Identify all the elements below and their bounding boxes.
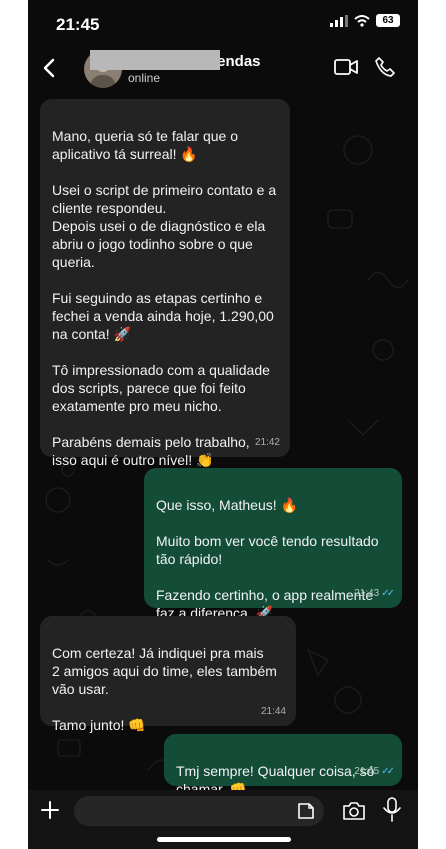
redaction-block [90, 50, 220, 70]
message-text: Com certeza! Já indiquei pra mais 2 amig… [52, 645, 277, 733]
message-text: Mano, queria só te falar que o aplicativ… [52, 128, 277, 468]
message-bubble-outgoing[interactable]: Que isso, Matheus! 🔥 Muito bom ver você … [144, 468, 402, 621]
phone-call-icon[interactable] [374, 56, 396, 78]
message-time: 21:43 [354, 588, 380, 599]
message-meta: 21:43 ✓✓ [354, 585, 395, 603]
message-bubble-outgoing[interactable]: Tmj sempre! Qualquer coisa, só chamar. 👊… [164, 734, 402, 797]
video-call-icon[interactable] [334, 58, 358, 76]
read-ticks-icon: ✓✓ [381, 766, 395, 777]
plus-attach-icon[interactable] [38, 798, 62, 822]
message-meta: 21:45 ✓✓ [354, 763, 395, 781]
whatsapp-chat-screen: 21:45 63 Vendas online Mano, queria só t… [28, 0, 418, 849]
microphone-icon[interactable] [382, 797, 402, 823]
message-text: Que isso, Matheus! 🔥 Muito bom ver você … [156, 497, 379, 621]
status-icons: 63 [330, 14, 400, 27]
message-bubble-incoming[interactable]: Com certeza! Já indiquei pra mais 2 amig… [40, 616, 296, 733]
status-time: 21:45 [56, 15, 100, 34]
signal-icon [330, 14, 348, 27]
back-chevron-icon[interactable] [38, 56, 62, 80]
status-bar: 21:45 63 [28, 0, 418, 48]
message-time: 21:45 [354, 766, 380, 777]
sticker-icon[interactable] [296, 801, 316, 821]
message-time: 21:42 [254, 437, 280, 448]
read-ticks-icon: ✓✓ [381, 588, 395, 599]
wifi-icon [354, 14, 370, 27]
home-indicator [157, 837, 291, 842]
message-input[interactable] [74, 796, 324, 826]
camera-icon[interactable] [342, 800, 366, 822]
message-meta: 21:42 [255, 434, 280, 452]
message-meta: 21:44 [261, 703, 286, 721]
message-time: 21:44 [260, 706, 286, 717]
battery-icon: 63 [376, 14, 400, 27]
message-bubble-incoming[interactable]: Mano, queria só te falar que o aplicativ… [40, 99, 290, 468]
chat-header: Vendas online [28, 44, 418, 92]
contact-status: online [128, 71, 161, 85]
